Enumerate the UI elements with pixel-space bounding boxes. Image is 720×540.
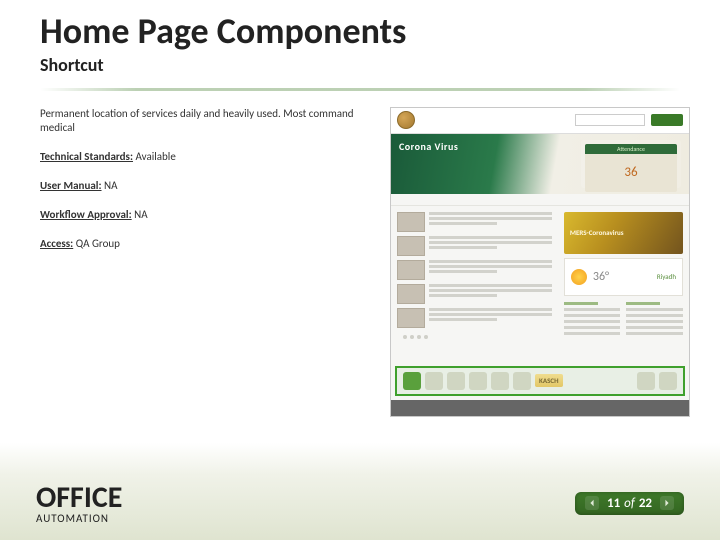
field-label: Technical Standards: bbox=[40, 150, 133, 163]
shortcut-icon bbox=[447, 372, 465, 390]
list-item bbox=[397, 260, 552, 280]
quick-links bbox=[564, 300, 683, 365]
list-item bbox=[397, 236, 552, 256]
next-slide-button[interactable] bbox=[660, 496, 674, 510]
screenshot-header bbox=[391, 108, 689, 134]
field-access: Access: QA Group bbox=[40, 237, 370, 252]
field-value: NA bbox=[132, 208, 148, 221]
field-label: Workflow Approval: bbox=[40, 208, 132, 221]
temperature-value: 36° bbox=[593, 270, 609, 284]
shortcut-icon bbox=[491, 372, 509, 390]
field-label: User Manual: bbox=[40, 179, 102, 192]
list-item bbox=[397, 284, 552, 304]
kasch-label: KASCH bbox=[535, 374, 563, 387]
login-button bbox=[651, 114, 683, 126]
list-item bbox=[397, 212, 552, 232]
thumbnail-icon bbox=[397, 308, 425, 328]
field-value: NA bbox=[102, 179, 118, 192]
chevron-left-icon bbox=[588, 499, 596, 507]
slide-subtitle: Shortcut bbox=[40, 54, 680, 76]
logo-icon bbox=[397, 111, 415, 129]
thumbnail-icon bbox=[397, 212, 425, 232]
field-value: QA Group bbox=[73, 237, 120, 250]
sun-icon bbox=[571, 269, 587, 285]
field-technical-standards: Technical Standards: Available bbox=[40, 150, 370, 165]
weather-widget: 36° Riyadh bbox=[564, 258, 683, 296]
slide-pager: 11 of 22 bbox=[575, 492, 684, 515]
screenshot-banner: Corona Virus Attendance 36 bbox=[391, 134, 689, 194]
screenshot-footer bbox=[391, 400, 689, 416]
city-label: Riyadh bbox=[657, 272, 676, 281]
shortcut-icon bbox=[659, 372, 677, 390]
brand-title: OFFICE bbox=[36, 483, 122, 513]
page-current: 11 bbox=[607, 496, 620, 511]
slide-title: Home Page Components bbox=[40, 12, 680, 52]
thumbnail-icon bbox=[397, 236, 425, 256]
news-list bbox=[391, 206, 558, 371]
embedded-screenshot: Corona Virus Attendance 36 bbox=[390, 107, 690, 417]
screenshot-subheader bbox=[391, 194, 689, 206]
attendance-value: 36 bbox=[624, 165, 637, 180]
shortcut-icon bbox=[425, 372, 443, 390]
shortcut-icon bbox=[469, 372, 487, 390]
prev-slide-button[interactable] bbox=[585, 496, 599, 510]
shortcut-highlight: KASCH bbox=[395, 366, 685, 396]
banner-title: Corona Virus bbox=[399, 140, 571, 153]
page-of: of bbox=[624, 496, 635, 511]
page-total: 22 bbox=[639, 496, 652, 511]
mers-banner: MERS-Coronavirus bbox=[564, 212, 683, 254]
chevron-right-icon bbox=[663, 499, 671, 507]
field-label: Access: bbox=[40, 237, 73, 250]
attendance-widget: Attendance 36 bbox=[581, 140, 681, 188]
shortcut-icon bbox=[637, 372, 655, 390]
brand-block: OFFICE AUTOMATION bbox=[36, 483, 122, 524]
shortcut-icon bbox=[403, 372, 421, 390]
field-user-manual: User Manual: NA bbox=[40, 179, 370, 194]
field-value: Available bbox=[133, 150, 176, 163]
text-column: Permanent location of services daily and… bbox=[40, 107, 370, 417]
search-input bbox=[575, 114, 645, 126]
description-text: Permanent location of services daily and… bbox=[40, 107, 370, 137]
thumbnail-icon bbox=[397, 260, 425, 280]
pagination-dots bbox=[403, 335, 552, 339]
list-item bbox=[397, 308, 552, 328]
field-workflow-approval: Workflow Approval: NA bbox=[40, 208, 370, 223]
attendance-label: Attendance bbox=[585, 144, 677, 154]
thumbnail-icon bbox=[397, 284, 425, 304]
shortcut-icon bbox=[513, 372, 531, 390]
brand-subtitle: AUTOMATION bbox=[36, 513, 122, 524]
